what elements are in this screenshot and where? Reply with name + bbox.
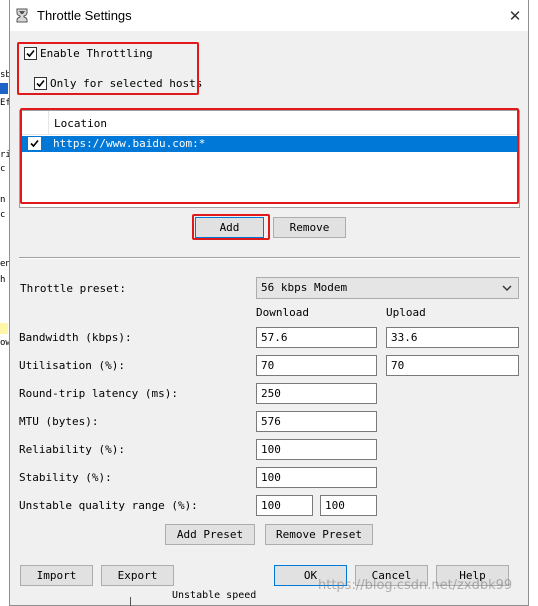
bandwidth-upload-input[interactable]: 33.6 [386, 327, 519, 348]
background-text: c [0, 210, 6, 220]
app-icon [16, 8, 28, 23]
latency-input[interactable]: 250 [256, 383, 377, 404]
throttle-preset-label: Throttle preset: [20, 282, 126, 295]
chevron-down-icon [502, 285, 512, 291]
unstable-range-min-input[interactable]: 100 [256, 495, 313, 516]
import-button[interactable]: Import [20, 565, 93, 586]
annotation-highlight [17, 42, 199, 95]
annotation-highlight [192, 214, 270, 240]
utilisation-upload-input[interactable]: 70 [386, 355, 519, 376]
background-text: h [0, 275, 6, 285]
export-button[interactable]: Export [101, 565, 174, 586]
close-icon[interactable]: ✕ [505, 6, 525, 26]
background-highlight [0, 323, 8, 334]
upload-column-label: Upload [386, 306, 426, 319]
mtu-label: MTU (bytes): [19, 415, 99, 428]
unstable-range-label: Unstable quality range (%): [19, 499, 198, 512]
throttle-preset-value: 56 kbps Modem [261, 281, 348, 294]
mtu-input[interactable]: 576 [256, 411, 377, 432]
watermark: https://blog.csdn.net/zxdbk99 [318, 578, 513, 593]
background-text: n [0, 195, 6, 205]
annotation-highlight [20, 108, 519, 204]
background-text: c [0, 164, 6, 174]
throttle-preset-select[interactable]: 56 kbps Modem [256, 277, 519, 299]
download-column-label: Download [256, 306, 309, 319]
background-divider [130, 597, 131, 606]
window-title: Throttle Settings [37, 8, 132, 23]
utilisation-label: Utilisation (%): [19, 359, 125, 372]
stability-label: Stability (%): [19, 471, 112, 484]
stability-input[interactable]: 100 [256, 467, 377, 488]
utilisation-download-input[interactable]: 70 [256, 355, 377, 376]
divider [19, 258, 520, 259]
bandwidth-label: Bandwidth (kbps): [19, 331, 132, 344]
reliability-input[interactable]: 100 [256, 439, 377, 460]
unstable-range-max-input[interactable]: 100 [320, 495, 377, 516]
bandwidth-download-input[interactable]: 57.6 [256, 327, 377, 348]
latency-label: Round-trip latency (ms): [19, 387, 178, 400]
background-selection [0, 83, 8, 94]
remove-preset-button[interactable]: Remove Preset [265, 524, 373, 545]
background-text: Unstable speed [172, 590, 257, 601]
remove-host-button[interactable]: Remove [273, 217, 346, 238]
add-preset-button[interactable]: Add Preset [165, 524, 255, 545]
reliability-label: Reliability (%): [19, 443, 125, 456]
